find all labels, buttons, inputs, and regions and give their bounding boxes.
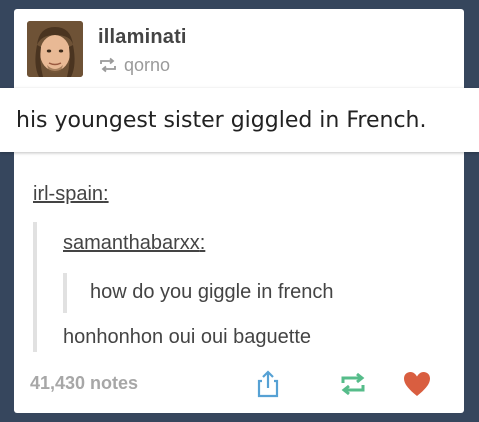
thread-message-2: honhonhon oui oui baguette xyxy=(63,326,312,348)
thread-author-1-name[interactable]: irl-spain xyxy=(33,183,103,205)
thread-author-1-colon: : xyxy=(103,183,109,205)
blockquote-bar-1 xyxy=(33,222,37,352)
blockquote-bar-2 xyxy=(63,273,67,313)
quote-banner: his youngest sister giggled in French. xyxy=(0,88,479,152)
post-username[interactable]: illaminati xyxy=(98,26,187,49)
thread-author-2-colon: : xyxy=(199,232,206,254)
thread-message-1: how do you giggle in french xyxy=(90,281,334,303)
reblog-icon[interactable] xyxy=(338,369,368,399)
thread-author-2[interactable]: samanthabarxx: xyxy=(63,232,205,255)
avatar[interactable] xyxy=(27,21,83,77)
thread-author-2-name[interactable]: samanthabarxx xyxy=(63,232,200,254)
post-card: illaminati qorno xyxy=(14,9,464,413)
heart-icon[interactable] xyxy=(402,369,432,399)
thread-author-1[interactable]: irl-spain: xyxy=(33,183,109,206)
reblogged-from-username[interactable]: qorno xyxy=(124,55,170,76)
quote-text: his youngest sister giggled in French. xyxy=(16,107,427,133)
notes-count[interactable]: 41,430 notes xyxy=(30,373,138,394)
share-icon[interactable] xyxy=(253,369,283,399)
reblog-small-icon xyxy=(98,57,118,73)
reblog-source: qorno xyxy=(98,54,170,76)
